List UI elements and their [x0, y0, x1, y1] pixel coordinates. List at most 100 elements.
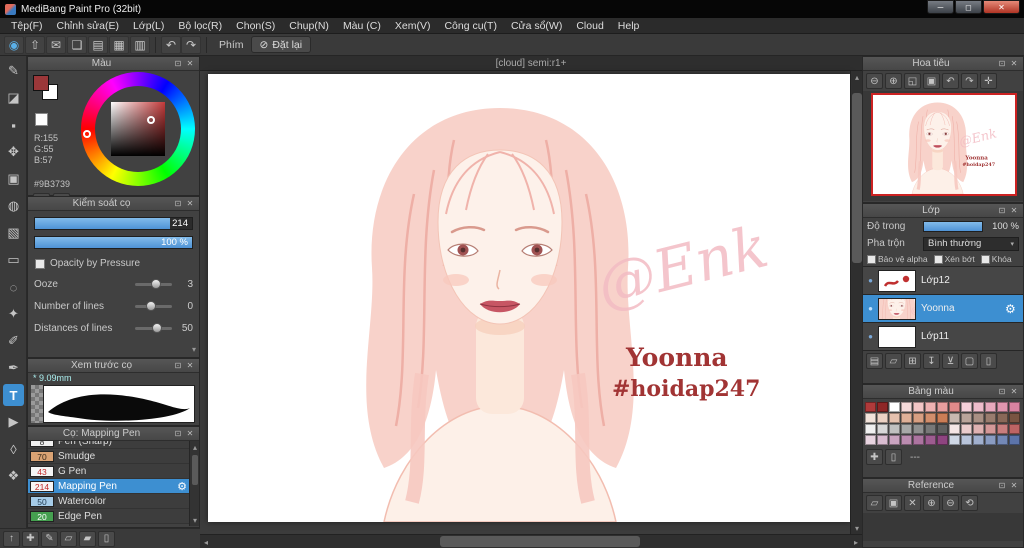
- palette-swatch[interactable]: [925, 413, 936, 423]
- duplicate-layer-icon[interactable]: ⊞: [904, 353, 921, 369]
- reset-button[interactable]: ⊘ Đặt lại: [250, 36, 312, 53]
- text-tool[interactable]: T: [3, 384, 24, 406]
- palette-swatch[interactable]: [1009, 402, 1020, 412]
- add-layer-icon[interactable]: ▤: [866, 353, 883, 369]
- panel-float-icon[interactable]: ⊡: [996, 59, 1008, 68]
- pin-reference-icon[interactable]: ▣: [885, 495, 902, 511]
- palette-swatch[interactable]: [901, 413, 912, 423]
- chat-icon[interactable]: ❑: [67, 35, 87, 54]
- scroll-left-icon[interactable]: ◂: [200, 536, 212, 548]
- minimize-button[interactable]: ─: [927, 0, 954, 14]
- palette-swatch[interactable]: [877, 402, 888, 412]
- slider-knob[interactable]: [150, 278, 161, 289]
- gradient-tool[interactable]: ▧: [3, 222, 24, 244]
- scroll-down-icon[interactable]: ▾: [189, 514, 199, 526]
- actual-pixels-icon[interactable]: ▣: [923, 73, 940, 89]
- palette-swatch[interactable]: [937, 402, 948, 412]
- comment-icon[interactable]: ✉: [46, 35, 66, 54]
- reset-view-icon[interactable]: ✛: [980, 73, 997, 89]
- palette-swatch[interactable]: [913, 402, 924, 412]
- menu-xem-v[interactable]: Xem(V): [388, 20, 438, 32]
- menu-chon-s[interactable]: Chọn(S): [229, 20, 282, 32]
- menu-lop-l[interactable]: Lớp(L): [126, 20, 171, 32]
- panel-close-icon[interactable]: ✕: [184, 361, 196, 370]
- palette-swatch[interactable]: [973, 402, 984, 412]
- palette-swatch[interactable]: [889, 402, 900, 412]
- hand-tool[interactable]: ❖: [3, 465, 24, 487]
- panel-close-icon[interactable]: ✕: [1008, 59, 1020, 68]
- palette-swatch[interactable]: [889, 424, 900, 434]
- brush-settings-icon[interactable]: ⚙: [177, 480, 187, 493]
- palette-swatch[interactable]: [961, 402, 972, 412]
- palette-swatch[interactable]: [901, 435, 912, 445]
- palette-swatch[interactable]: [925, 402, 936, 412]
- horizontal-scroll-thumb[interactable]: [440, 536, 640, 547]
- magic-wand-tool[interactable]: ✦: [3, 303, 24, 325]
- fit-screen-icon[interactable]: ◱: [904, 73, 921, 89]
- rotate-right-icon[interactable]: ↷: [961, 73, 978, 89]
- panel-close-icon[interactable]: ✕: [184, 429, 196, 438]
- opacity-by-pressure-checkbox[interactable]: [35, 258, 45, 269]
- palette-swatch[interactable]: [865, 402, 876, 412]
- operation-tool[interactable]: ▶: [3, 411, 24, 433]
- palette-swatch[interactable]: [949, 402, 960, 412]
- transparent-swatch[interactable]: [35, 113, 48, 126]
- ref-zoom-in-icon[interactable]: ⊕: [923, 495, 940, 511]
- rotate-left-icon[interactable]: ↶: [942, 73, 959, 89]
- close-reference-icon[interactable]: ✕: [904, 495, 921, 511]
- palette-swatch[interactable]: [985, 435, 996, 445]
- scroll-right-icon[interactable]: ▸: [850, 536, 862, 548]
- maximize-button[interactable]: ◻: [955, 0, 982, 14]
- select-eraser-tool[interactable]: ✒: [3, 357, 24, 379]
- layer-visibility-icon[interactable]: ●: [863, 276, 878, 285]
- lasso-tool[interactable]: ◌: [3, 276, 24, 298]
- checkbox-xen-bot[interactable]: [933, 254, 943, 264]
- layer-settings-icon[interactable]: ⚙: [1005, 302, 1023, 316]
- palette-swatch[interactable]: [877, 413, 888, 423]
- palette-swatch[interactable]: [973, 435, 984, 445]
- palette-swatch[interactable]: [997, 413, 1008, 423]
- palette-swatch[interactable]: [913, 435, 924, 445]
- palette-swatch[interactable]: [925, 424, 936, 434]
- palette-swatch[interactable]: [997, 435, 1008, 445]
- palette-swatch[interactable]: [913, 413, 924, 423]
- layer-item-lop12[interactable]: ● Lớp12: [863, 267, 1023, 295]
- brush-tool[interactable]: ✎: [3, 60, 24, 82]
- blend-mode-select[interactable]: Bình thường ▾: [923, 236, 1019, 251]
- grid-icon[interactable]: ▦: [109, 35, 129, 54]
- fill-tool[interactable]: ▣: [3, 168, 24, 190]
- brush-item-mapping-pen[interactable]: 214 Mapping Pen ⚙: [28, 479, 189, 494]
- palette-swatch[interactable]: [877, 424, 888, 434]
- panel-float-icon[interactable]: ⊡: [996, 206, 1008, 215]
- fg-bg-swatches[interactable]: [33, 75, 63, 105]
- publish-icon[interactable]: ⇧: [25, 35, 45, 54]
- brush-item-edge-pen[interactable]: 20 Edge Pen: [28, 509, 189, 524]
- navigator-thumbnail[interactable]: [871, 93, 1017, 196]
- menu-mau-c[interactable]: Màu (C): [336, 20, 388, 32]
- palette-swatch[interactable]: [961, 413, 972, 423]
- palette-swatch[interactable]: [985, 402, 996, 412]
- undo-icon[interactable]: ↶: [161, 35, 181, 54]
- panel-float-icon[interactable]: ⊡: [172, 199, 184, 208]
- open-reference-icon[interactable]: ▱: [866, 495, 883, 511]
- layer-opacity-slider[interactable]: [923, 221, 983, 232]
- delete-layer-icon[interactable]: ▯: [980, 353, 997, 369]
- menu-help[interactable]: Help: [611, 20, 647, 32]
- palette-swatch[interactable]: [973, 424, 984, 434]
- add-brush-icon[interactable]: ✚: [22, 530, 39, 547]
- palette-swatch[interactable]: [901, 402, 912, 412]
- number-of-lines-slider[interactable]: [135, 300, 172, 311]
- palette-swatch[interactable]: [961, 424, 972, 434]
- brush-folder-icon[interactable]: ▱: [60, 530, 77, 547]
- palette-swatch[interactable]: [949, 413, 960, 423]
- close-button[interactable]: ✕: [983, 0, 1020, 14]
- palette-swatch[interactable]: [997, 424, 1008, 434]
- palette-swatch[interactable]: [985, 413, 996, 423]
- saturation-value-square[interactable]: [111, 102, 165, 156]
- palette-swatch[interactable]: [997, 402, 1008, 412]
- scroll-down-icon[interactable]: ▾: [192, 345, 196, 354]
- menu-cong-cu-t[interactable]: Công cụ(T): [437, 20, 504, 32]
- menu-chinh-sua-e[interactable]: Chỉnh sửa(E): [50, 20, 126, 32]
- palette-swatch[interactable]: [937, 424, 948, 434]
- ref-reset-icon[interactable]: ⟲: [961, 495, 978, 511]
